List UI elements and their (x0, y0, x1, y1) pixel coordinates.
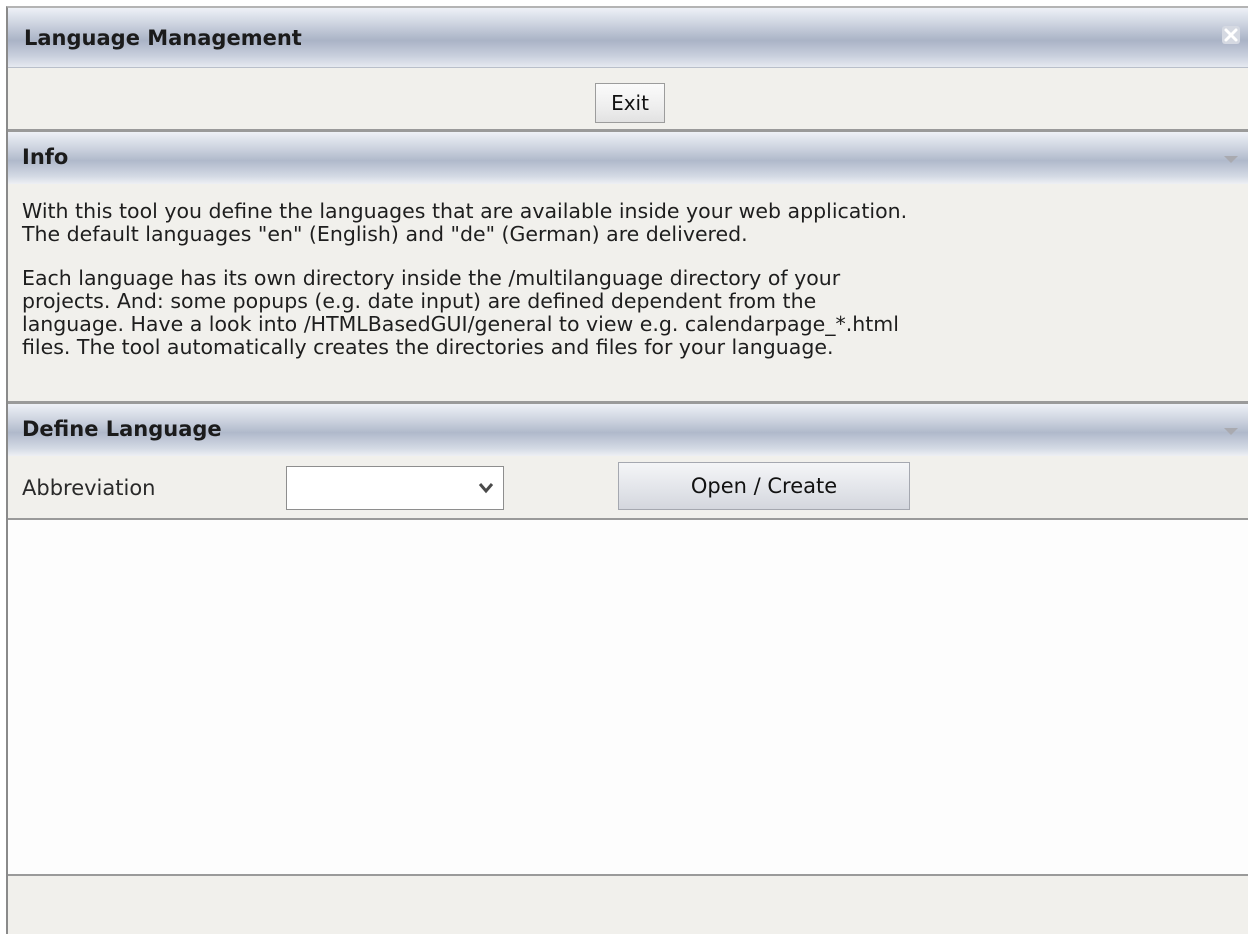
toolbar: Exit (8, 68, 1248, 132)
chevron-down-icon[interactable] (477, 480, 495, 496)
abbreviation-select[interactable] (286, 466, 504, 510)
abbreviation-label: Abbreviation (22, 476, 156, 500)
info-paragraph-2: Each language has its own directory insi… (22, 266, 899, 359)
content-area (8, 520, 1248, 876)
info-section-header[interactable]: Info (8, 132, 1248, 184)
open-create-button[interactable]: Open / Create (618, 462, 910, 510)
collapse-icon[interactable] (1224, 428, 1238, 435)
info-section-body: With this tool you define the languages … (8, 184, 1248, 404)
exit-button[interactable]: Exit (595, 83, 665, 123)
info-section-title: Info (22, 145, 69, 169)
language-management-window: Language Management Exit Info With this … (6, 6, 1248, 934)
define-language-section-header[interactable]: Define Language (8, 404, 1248, 456)
status-bar (8, 876, 1248, 934)
define-language-section-body: Abbreviation Open / Create (8, 456, 1248, 520)
close-icon[interactable] (1220, 24, 1242, 46)
collapse-icon[interactable] (1224, 156, 1238, 163)
title-bar: Language Management (8, 8, 1248, 68)
window-title: Language Management (24, 26, 302, 50)
info-paragraph-1: With this tool you define the languages … (22, 199, 908, 246)
define-language-section-title: Define Language (22, 417, 222, 441)
